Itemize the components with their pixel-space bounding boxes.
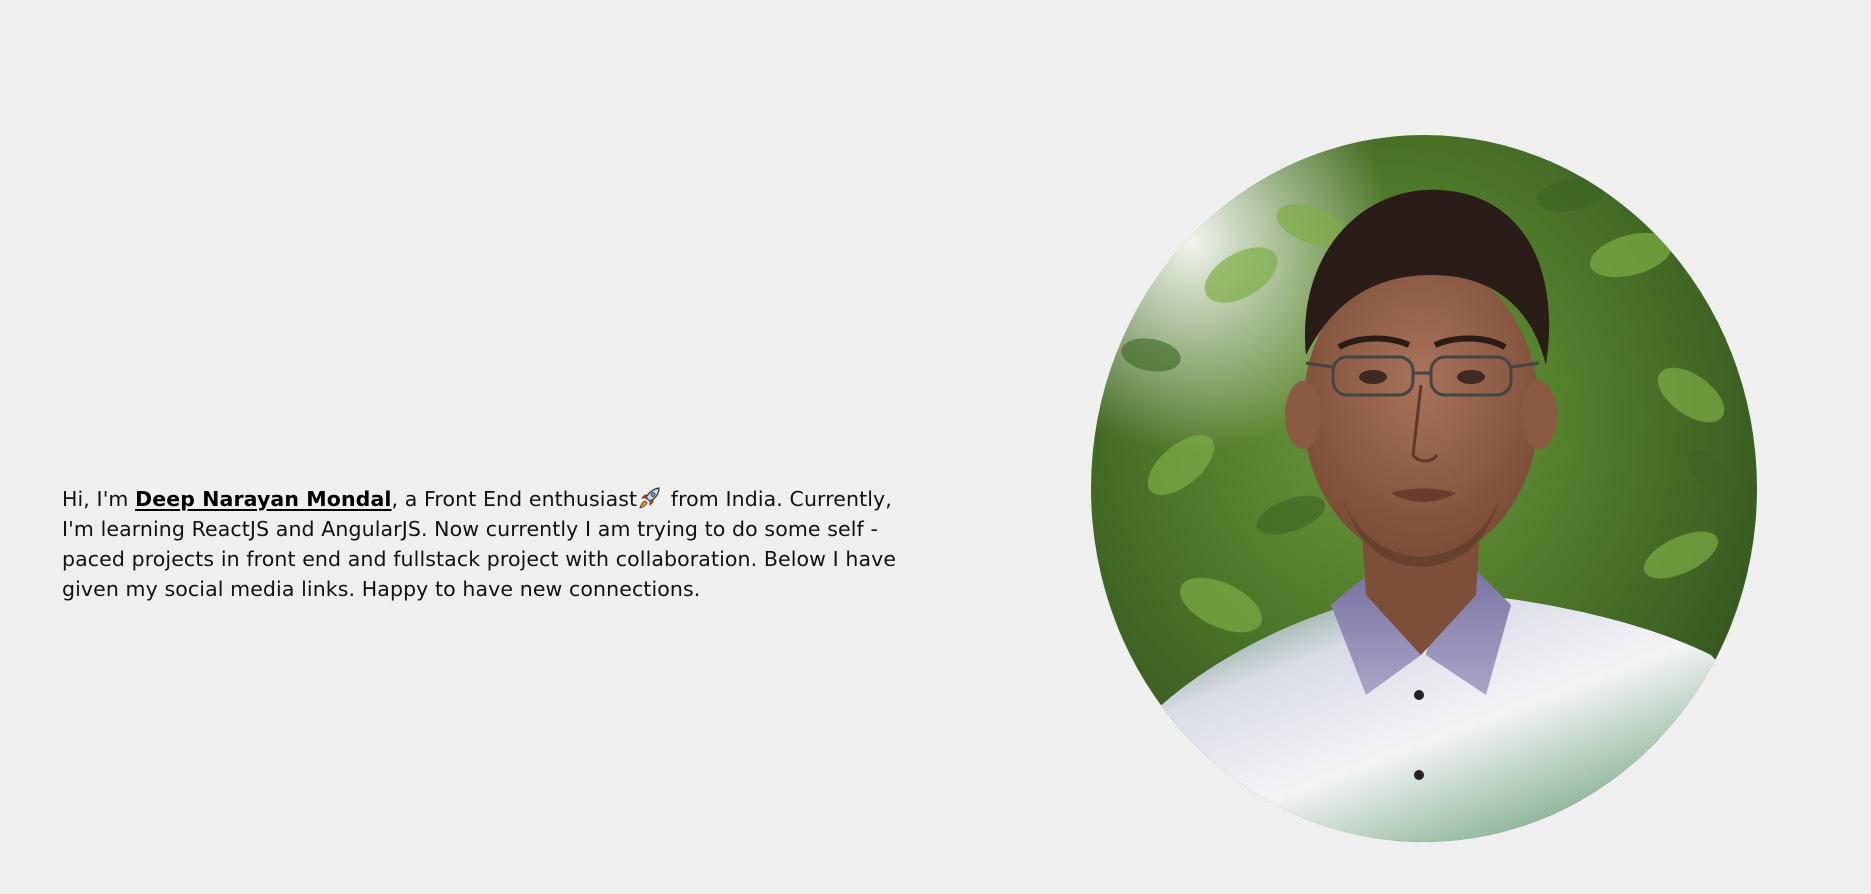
intro-after-name: , a Front End enthusiast (391, 486, 638, 511)
intro-greeting: Hi, I'm (62, 486, 136, 511)
about-section: Hi, I'm Deep Narayan Mondal, a Front End… (0, 0, 1871, 894)
profile-photo (1091, 135, 1757, 842)
intro-text: Hi, I'm Deep Narayan Mondal, a Front End… (62, 484, 902, 604)
profile-name-link[interactable]: Deep Narayan Mondal (135, 487, 391, 511)
rocket-icon (639, 486, 660, 509)
